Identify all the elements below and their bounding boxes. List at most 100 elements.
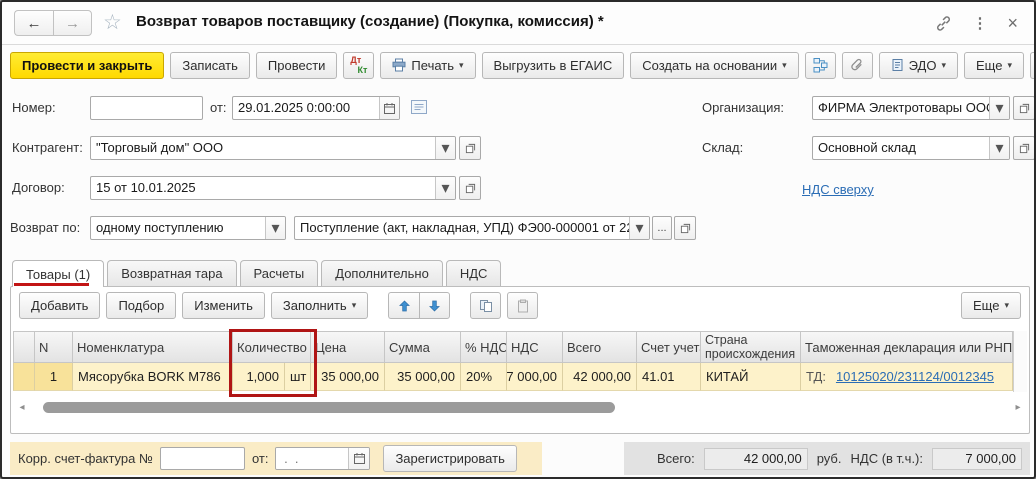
ellipsis-icon: ... xyxy=(657,224,666,232)
calendar-picker-button[interactable] xyxy=(348,448,369,469)
open-icon xyxy=(1019,143,1030,154)
header-marker xyxy=(13,331,35,363)
add-row-button[interactable]: Добавить xyxy=(19,292,100,319)
write-button[interactable]: Записать xyxy=(170,52,250,79)
post-and-close-button[interactable]: Провести и закрыть xyxy=(10,52,164,79)
chevron-down-icon[interactable]: ▾ xyxy=(989,137,1009,159)
open-icon xyxy=(1019,103,1030,114)
scroll-right-icon[interactable]: ▸ xyxy=(1011,401,1025,414)
return-by-select[interactable]: одному поступлению ▾ xyxy=(90,216,286,240)
scroll-left-icon[interactable]: ◂ xyxy=(15,401,29,414)
back-button[interactable]: ← xyxy=(14,10,53,36)
back-icon: ← xyxy=(27,15,42,32)
forward-button[interactable]: → xyxy=(53,10,92,36)
chevron-down-icon[interactable]: ▾ xyxy=(435,137,455,159)
open-icon xyxy=(465,183,476,194)
move-row-up-button[interactable] xyxy=(388,292,419,319)
header-price: Цена xyxy=(311,331,385,363)
row-quantity-cell[interactable]: 1,000 xyxy=(233,363,285,391)
receipt-document-field[interactable]: Поступление (акт, накладная, УПД) ФЭ00-0… xyxy=(294,216,650,240)
date-from-label: от: xyxy=(210,100,227,115)
paste-icon xyxy=(516,299,530,313)
calendar-icon xyxy=(383,102,396,115)
dtkt-postings-button[interactable]: ДтКт xyxy=(343,52,374,79)
invoice-date-input[interactable] xyxy=(276,448,348,469)
get-link-button[interactable] xyxy=(935,15,952,32)
dropdown-icon: ▾ xyxy=(782,60,787,71)
edo-button[interactable]: ЭДО ▾ xyxy=(879,52,958,79)
row-sum-cell[interactable]: 35 000,00 xyxy=(385,363,461,391)
chevron-down-icon[interactable]: ▾ xyxy=(629,217,649,239)
tab-settlements[interactable]: Расчеты xyxy=(240,260,319,286)
tab-returnable-packaging[interactable]: Возвратная тара xyxy=(107,260,236,286)
header-vat-rate: % НДС xyxy=(461,331,507,363)
contract-field[interactable]: 15 от 10.01.2025 ▾ xyxy=(90,176,456,200)
calendar-picker-button[interactable] xyxy=(379,97,399,119)
row-vat-rate-cell[interactable]: 20% xyxy=(461,363,507,391)
vertical-scrollbar[interactable] xyxy=(1013,331,1027,392)
row-price-cell[interactable]: 35 000,00 xyxy=(311,363,385,391)
open-receipt-button[interactable] xyxy=(674,216,696,240)
scrollbar-thumb[interactable] xyxy=(43,402,615,413)
row-vat-cell[interactable]: 7 000,00 xyxy=(507,363,563,391)
create-based-on-button[interactable]: Создать на основании ▾ xyxy=(630,52,798,79)
date-field[interactable]: 29.01.2025 0:00:00 xyxy=(232,96,400,120)
list-icon xyxy=(410,99,428,115)
open-warehouse-button[interactable] xyxy=(1013,136,1035,160)
copy-icon xyxy=(479,299,493,313)
attachments-button[interactable] xyxy=(842,52,873,79)
organization-label: Организация: xyxy=(702,100,784,115)
pick-button[interactable]: Подбор xyxy=(106,292,176,319)
paste-rows-button[interactable] xyxy=(507,292,538,319)
history-list-button[interactable] xyxy=(410,99,428,120)
warehouse-field[interactable]: Основной склад ▾ xyxy=(812,136,1010,160)
open-contract-button[interactable] xyxy=(459,176,481,200)
row-total-cell[interactable]: 42 000,00 xyxy=(563,363,637,391)
calendar-icon xyxy=(353,452,366,465)
tab-vat[interactable]: НДС xyxy=(446,260,502,286)
row-account-cell[interactable]: 41.01 xyxy=(637,363,701,391)
row-unit-cell[interactable]: шт xyxy=(285,363,311,391)
upload-egais-button[interactable]: Выгрузить в ЕГАИС xyxy=(482,52,625,79)
goods-table-panel: Добавить Подбор Изменить Заполнить ▾ xyxy=(10,286,1030,434)
help-button[interactable]: ? xyxy=(1030,52,1036,79)
choose-receipt-button[interactable]: ... xyxy=(652,216,672,240)
invoice-number-input[interactable] xyxy=(160,447,245,470)
open-organization-button[interactable] xyxy=(1013,96,1035,120)
document-structure-button[interactable] xyxy=(805,52,836,79)
close-button[interactable]: × xyxy=(1007,13,1018,34)
fill-button[interactable]: Заполнить ▾ xyxy=(271,292,368,319)
row-declaration-cell[interactable]: ТД: 10125020/231124/0012345 xyxy=(801,363,1013,391)
row-marker-cell[interactable] xyxy=(13,363,35,391)
chevron-down-icon[interactable]: ▾ xyxy=(265,217,285,239)
contract-label: Договор: xyxy=(12,180,65,195)
move-row-down-button[interactable] xyxy=(419,292,450,319)
row-country-cell[interactable]: КИТАЙ xyxy=(701,363,801,391)
chevron-down-icon[interactable]: ▾ xyxy=(989,97,1009,119)
invoice-date-field[interactable] xyxy=(275,447,370,470)
tab-additional[interactable]: Дополнительно xyxy=(321,260,443,286)
register-invoice-button[interactable]: Зарегистрировать xyxy=(383,445,516,472)
total-value: 42 000,00 xyxy=(704,448,808,470)
scrollbar-track[interactable] xyxy=(29,401,1011,414)
more-button[interactable]: Еще ▾ xyxy=(964,52,1024,79)
declaration-link[interactable]: 10125020/231124/0012345 xyxy=(836,369,994,384)
chevron-down-icon[interactable]: ▾ xyxy=(435,177,455,199)
currency-label: руб. xyxy=(817,451,842,466)
post-button[interactable]: Провести xyxy=(256,52,338,79)
row-nomenclature-cell[interactable]: Мясорубка BORK M786 xyxy=(73,363,233,391)
vat-mode-link[interactable]: НДС сверху xyxy=(802,182,874,197)
dropdown-icon: ▾ xyxy=(1007,60,1012,71)
row-n-cell[interactable]: 1 xyxy=(35,363,73,391)
copy-rows-button[interactable] xyxy=(470,292,501,319)
edit-button[interactable]: Изменить xyxy=(182,292,265,319)
header-quantity: Количество xyxy=(233,331,311,363)
counterparty-field[interactable]: "Торговый дом" ООО ▾ xyxy=(90,136,456,160)
favorite-star-icon[interactable]: ☆ xyxy=(103,10,122,35)
print-button[interactable]: Печать ▾ xyxy=(380,52,475,79)
number-input[interactable] xyxy=(90,96,203,120)
more-menu-button[interactable]: ⋮ xyxy=(972,14,987,32)
organization-field[interactable]: ФИРМА Электротовары ООО ▾ xyxy=(812,96,1010,120)
table-more-button[interactable]: Еще ▾ xyxy=(961,292,1021,319)
open-counterparty-button[interactable] xyxy=(459,136,481,160)
